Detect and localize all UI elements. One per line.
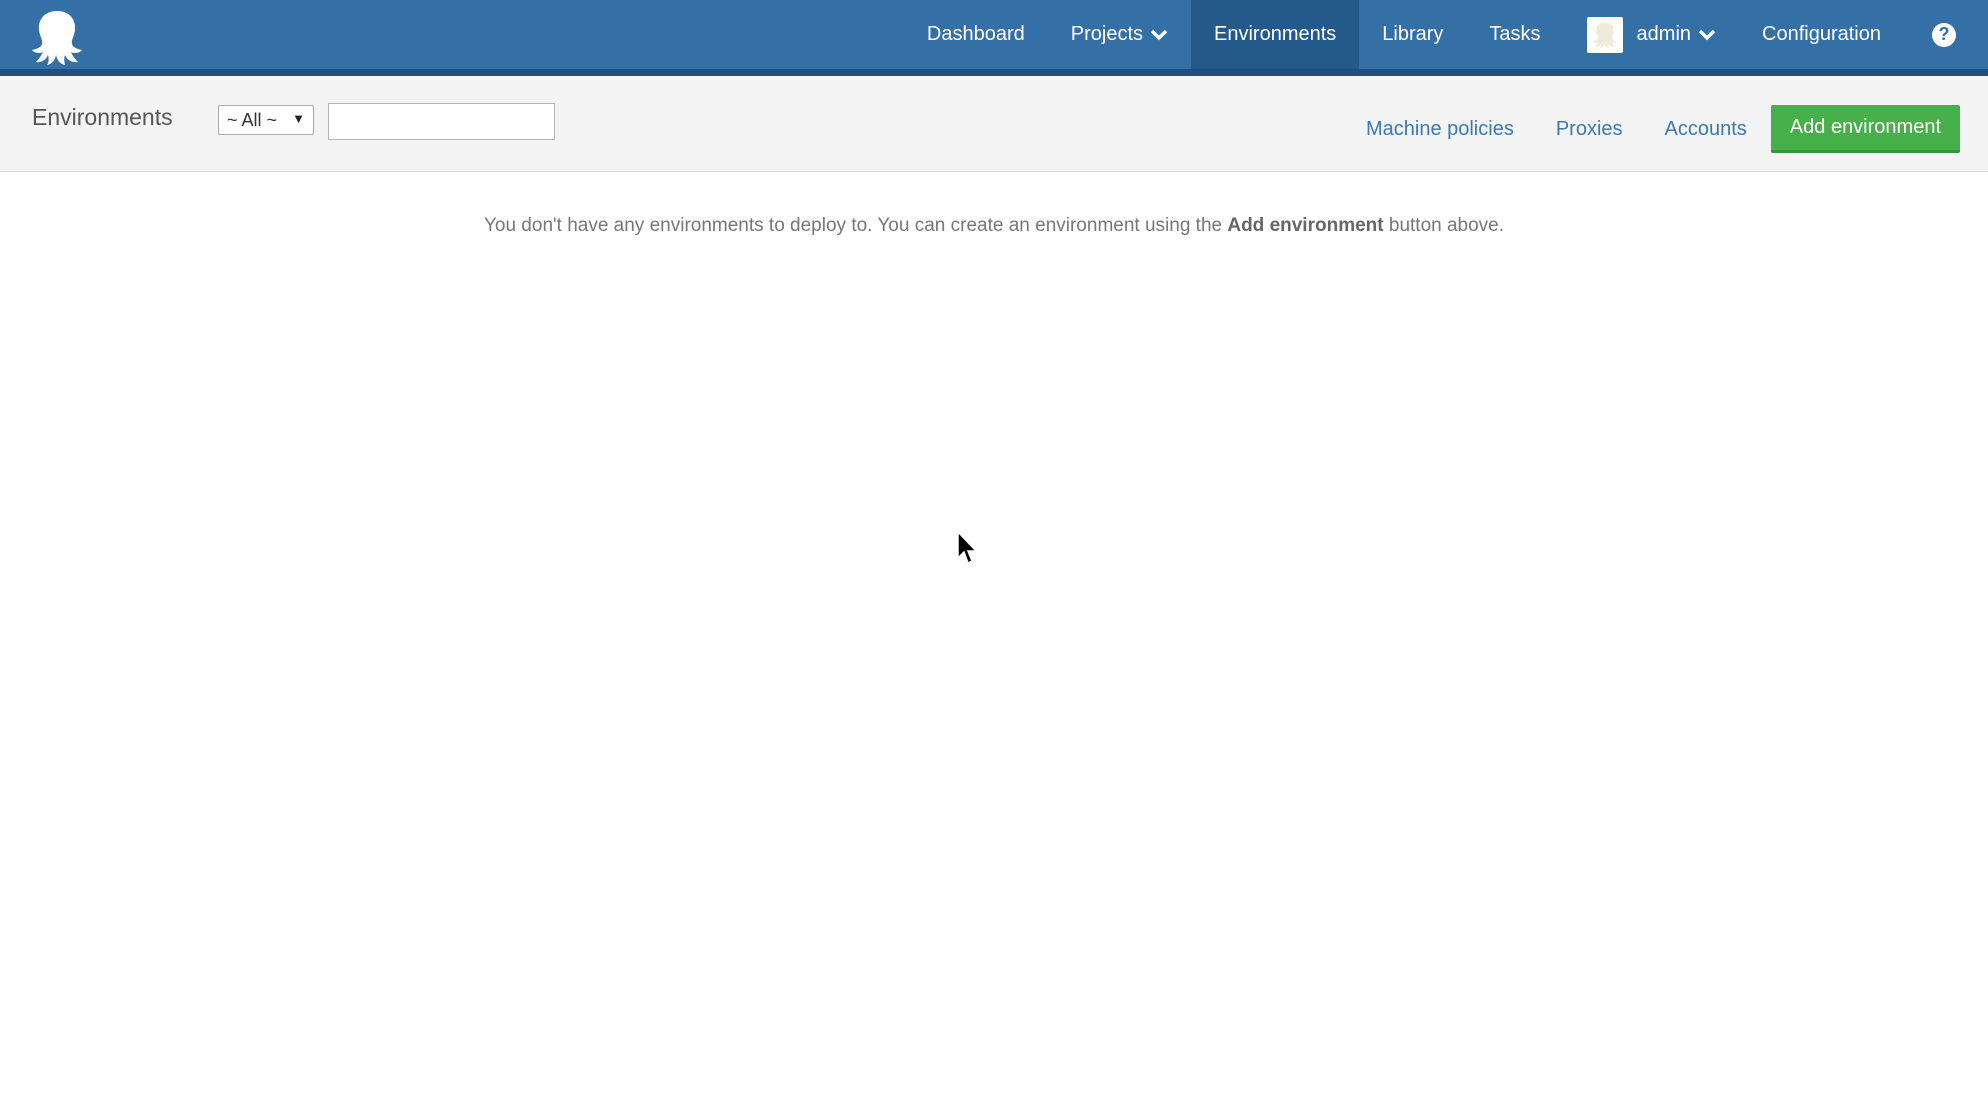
- chevron-down-icon: [1698, 29, 1716, 40]
- nav-library-label: Library: [1382, 23, 1444, 45]
- caret-down-icon: ▼: [292, 111, 305, 126]
- accounts-link[interactable]: Accounts: [1665, 118, 1747, 141]
- nav-dashboard[interactable]: Dashboard: [904, 0, 1048, 69]
- empty-message-bold: Add environment: [1227, 215, 1384, 236]
- page-toolbar: Environments ~ All ~ ▼ Machine policies …: [0, 76, 1988, 172]
- nav-configuration-label: Configuration: [1762, 23, 1881, 45]
- nav-environments-label: Environments: [1214, 23, 1337, 45]
- nav-help[interactable]: ?: [1904, 0, 1988, 69]
- empty-message-suffix: button above.: [1388, 215, 1505, 236]
- search-input[interactable]: [328, 103, 555, 140]
- nav-tasks-label: Tasks: [1489, 23, 1541, 45]
- nav-projects[interactable]: Projects: [1048, 0, 1191, 69]
- octopus-logo-icon[interactable]: [30, 9, 84, 65]
- environment-filter-select[interactable]: ~ All ~ ▼: [218, 105, 314, 135]
- proxies-link[interactable]: Proxies: [1556, 118, 1623, 141]
- toolbar-actions: Machine policies Proxies Accounts Add en…: [1366, 104, 1960, 154]
- page-title: Environments: [32, 104, 173, 130]
- nav-user-menu[interactable]: admin: [1564, 0, 1739, 69]
- add-environment-button[interactable]: Add environment: [1770, 105, 1960, 153]
- nav-configuration[interactable]: Configuration: [1739, 0, 1904, 69]
- mouse-cursor-icon: [957, 531, 978, 565]
- avatar-icon: [1586, 16, 1623, 53]
- empty-message-prefix: You don't have any environments to deplo…: [483, 215, 1223, 236]
- nav-environments[interactable]: Environments: [1191, 0, 1360, 69]
- main-nav: Dashboard Projects Environments Library …: [904, 0, 1988, 69]
- top-nav-bar: Dashboard Projects Environments Library …: [0, 0, 1988, 76]
- empty-state-message: You don't have any environments to deplo…: [0, 215, 1988, 237]
- nav-user-label: admin: [1636, 23, 1692, 45]
- help-icon: ?: [1932, 22, 1956, 47]
- chevron-down-icon: [1150, 29, 1168, 40]
- nav-projects-label: Projects: [1070, 23, 1143, 45]
- nav-tasks[interactable]: Tasks: [1466, 0, 1563, 69]
- nav-dashboard-label: Dashboard: [926, 23, 1025, 45]
- machine-policies-link[interactable]: Machine policies: [1366, 118, 1514, 141]
- nav-library[interactable]: Library: [1359, 0, 1466, 69]
- filter-selected-value: ~ All ~: [227, 109, 278, 130]
